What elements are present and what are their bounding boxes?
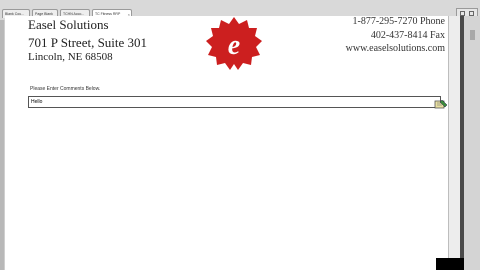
company-name: Easel Solutions bbox=[28, 17, 109, 32]
logo-letter: e bbox=[228, 30, 240, 61]
pencil-cursor-icon bbox=[434, 99, 448, 109]
comments-field[interactable]: Hello bbox=[28, 96, 441, 108]
website-link[interactable]: www.easelsolutions.com bbox=[346, 43, 445, 54]
easel-logo: e bbox=[206, 17, 262, 70]
left-gutter bbox=[0, 20, 4, 270]
address-line-1: 701 P Street, Suite 301 bbox=[28, 35, 148, 50]
fax-number: 402-437-8414 Fax bbox=[370, 30, 445, 41]
scrollbar-thumb[interactable] bbox=[470, 30, 475, 40]
comments-label: Please Enter Comments Below. bbox=[30, 86, 101, 92]
address-line-2: Lincoln, NE 68508 bbox=[28, 51, 113, 63]
phone-number: 1-877-295-7270 Phone bbox=[352, 16, 446, 27]
corner-box bbox=[436, 258, 464, 270]
right-edge bbox=[464, 16, 480, 270]
